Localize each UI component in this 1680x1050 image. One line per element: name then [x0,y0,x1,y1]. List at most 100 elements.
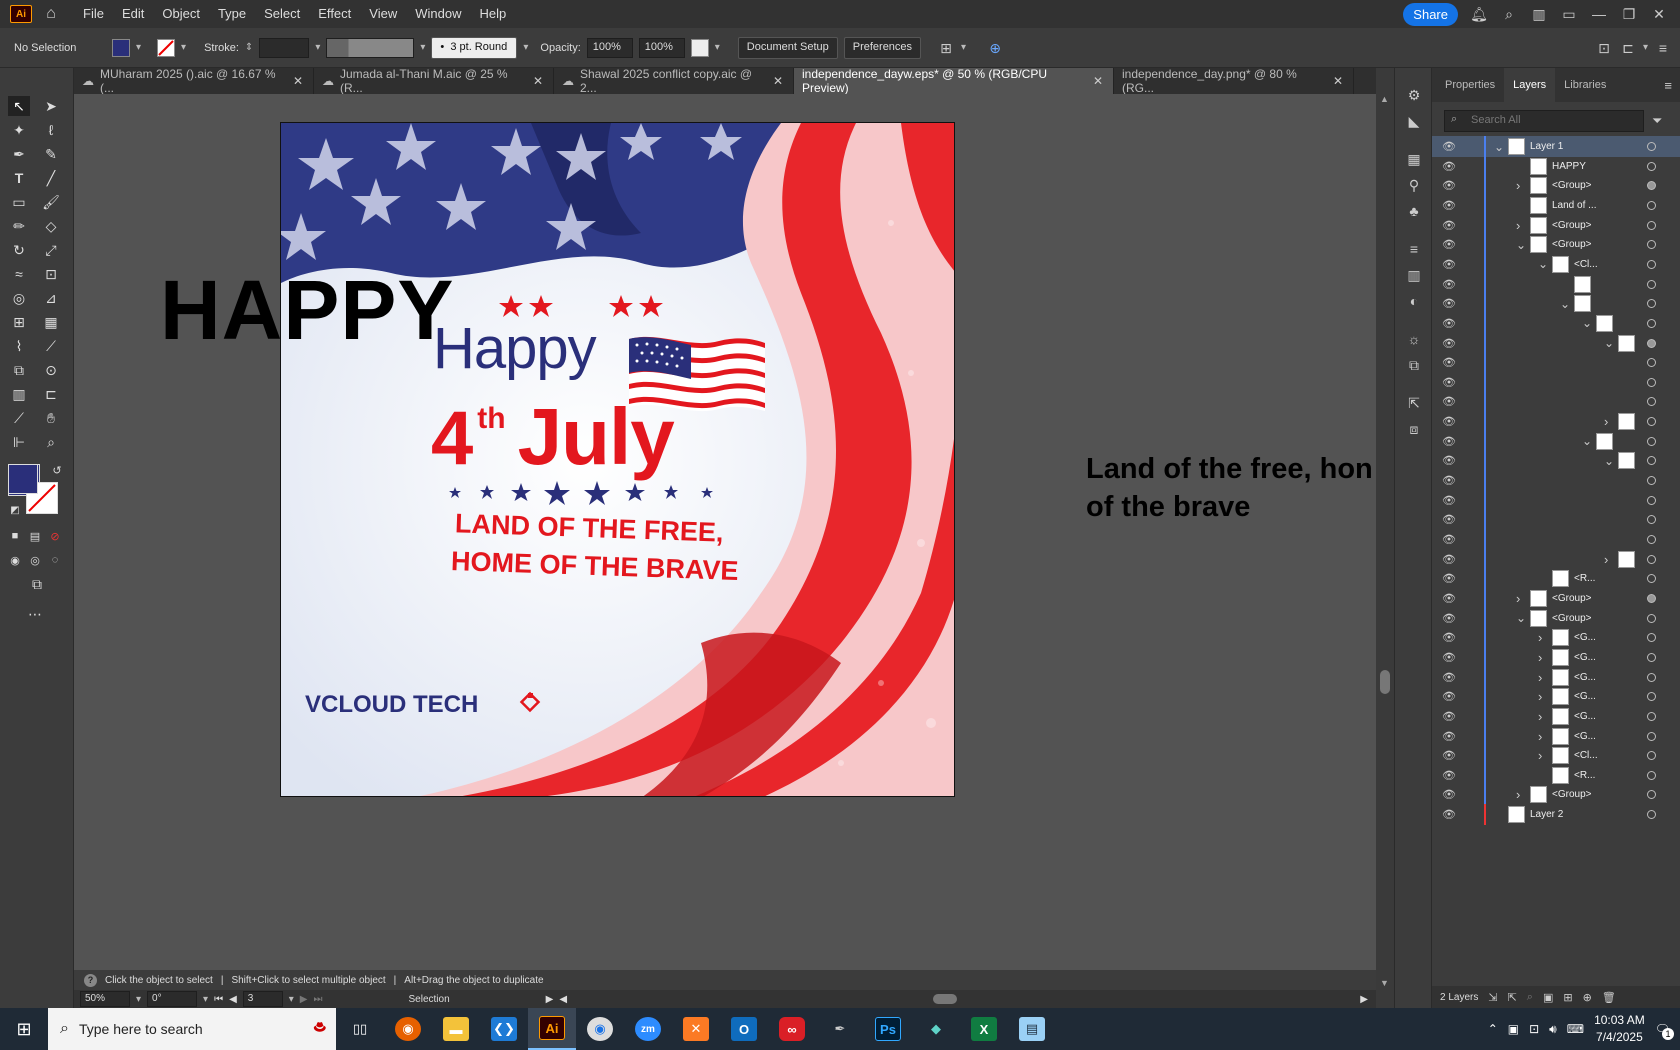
target-icon[interactable] [1647,476,1656,486]
zoom-tool-icon[interactable]: ⌕ [40,432,62,452]
chevron-down-icon[interactable]: ⌄ [1582,316,1592,330]
task-view-icon[interactable]: ▯▯ [336,1008,384,1050]
workspace-icon[interactable]: ▭ [1560,6,1578,22]
layer-row[interactable]: 👁︎ › <Group> [1432,214,1680,236]
swatches-icon[interactable]: ▦ [1405,150,1423,168]
selection-tool-icon[interactable]: ↖ [8,96,30,116]
eye-icon[interactable]: 👁︎ [1442,415,1456,428]
land-of-free-text-object[interactable]: Land of the free, hon of the brave [1086,450,1376,526]
direct-selection-tool-icon[interactable]: ➤ [40,96,62,116]
eye-icon[interactable]: 👁︎ [1442,297,1456,310]
eraser-icon[interactable]: ◇ [40,216,62,236]
eye-icon[interactable]: 👁︎ [1442,376,1456,389]
eye-icon[interactable]: 👁︎ [1442,651,1456,664]
layer-row[interactable]: 👁︎ [1432,489,1680,511]
stepper-icon[interactable]: ⇕ [245,42,253,53]
libraries-icon[interactable]: ◣ [1405,112,1423,130]
close-icon[interactable]: ✕ [1333,74,1343,88]
appearance-icon[interactable]: ⚙ [1405,86,1423,104]
style-swatch[interactable] [690,38,709,57]
rectangle-tool-icon[interactable]: ▭ [8,192,30,212]
chevron-down-icon[interactable]: ⌄ [1516,611,1526,625]
target-icon[interactable] [1647,181,1656,191]
layer-row[interactable]: 👁︎ <R... [1432,764,1680,786]
close-icon[interactable]: ✕ [533,74,543,88]
menu-select[interactable]: Select [255,0,309,28]
gradient-icon[interactable]: ▥ [1405,266,1423,284]
perspective-grid-icon[interactable]: ⊿ [40,288,62,308]
target-icon[interactable] [1647,672,1656,682]
taskbar-search[interactable]: ⌕ Type here to search 🎩︎ [48,1008,336,1050]
eye-icon[interactable]: 👁︎ [1442,690,1456,703]
fill-color-box-front[interactable] [8,464,38,494]
pathfinder-icon[interactable]: ⧈ [1405,420,1423,438]
bell-icon[interactable]: 🔔︎ [1470,6,1488,22]
gradient-tool-icon[interactable]: ▦ [40,312,62,332]
more-tools-icon[interactable]: ⋯ [24,604,46,624]
happy-text-object[interactable]: HAPPY [160,262,454,359]
chevron-down-icon[interactable]: ▾ [315,42,320,53]
none-mode-icon[interactable]: ⊘ [44,526,66,546]
layer-row[interactable]: 👁︎ › [1432,411,1680,433]
eye-icon[interactable]: 👁︎ [1442,258,1456,271]
print-tiling-icon[interactable]: ⊩ [8,432,30,452]
layer-row[interactable]: 👁︎ ⌄ <Group> [1432,234,1680,256]
notification-icon[interactable]: 🗨︎ 1 [1655,1022,1674,1040]
stroke-swatch[interactable] [157,38,176,57]
eye-icon[interactable]: 👁︎ [1442,513,1456,526]
target-icon[interactable] [1647,259,1656,269]
target-icon[interactable] [1647,810,1656,820]
menu-view[interactable]: View [360,0,406,28]
minimize-icon[interactable]: — [1590,6,1608,22]
stroke-icon[interactable]: ≡ [1405,240,1423,258]
layer-row[interactable]: 👁︎ › <G... [1432,627,1680,649]
xampp-icon[interactable]: ✕ [672,1008,720,1050]
firefox-icon[interactable]: ◉ [384,1008,432,1050]
free-transform-icon[interactable]: ⊡ [40,264,62,284]
eye-icon[interactable]: 👁︎ [1442,631,1456,644]
chevron-right-icon[interactable]: › [1538,689,1542,704]
meet-now-icon[interactable]: ▣ [1508,1022,1519,1036]
eye-icon[interactable]: 👁︎ [1442,395,1456,408]
puppet-warp-icon[interactable]: ⊕ [986,40,1004,56]
share-button[interactable]: Share [1403,2,1458,26]
target-icon[interactable] [1647,515,1656,525]
export-icon[interactable]: ⇱ [1508,991,1517,1004]
chevron-right-icon[interactable]: › [1604,552,1608,567]
target-icon[interactable] [1647,554,1656,564]
target-icon[interactable] [1647,240,1656,250]
target-icon[interactable] [1647,751,1656,761]
screen-mode-icon[interactable]: ⧉ [26,574,48,594]
menu-file[interactable]: File [74,0,113,28]
chevron-down-icon[interactable]: ▾ [420,42,425,53]
tab-libraries[interactable]: Libraries [1555,68,1615,102]
lasso-icon[interactable]: ℓ [40,120,62,140]
next-artboard-icon[interactable]: ▶ [300,994,308,1005]
layer-row[interactable]: 👁︎ [1432,509,1680,531]
layer-row[interactable]: 👁︎ › <G... [1432,646,1680,668]
last-artboard-icon[interactable]: ⏭ [314,994,323,1005]
color-mode-icon[interactable]: ■ [4,526,26,546]
chevron-down-icon[interactable]: ⌄ [1516,238,1526,252]
target-icon[interactable] [1647,220,1656,230]
column-graph-icon[interactable]: ▥ [8,384,30,404]
chevron-right-icon[interactable]: › [1516,787,1520,802]
target-icon[interactable] [1647,633,1656,643]
pen-app-icon[interactable]: ✒ [816,1008,864,1050]
draw-normal-icon[interactable]: ◉ [4,550,26,570]
eye-icon[interactable]: 👁︎ [1442,553,1456,566]
eye-icon[interactable]: 👁︎ [1442,278,1456,291]
eye-icon[interactable]: 👁︎ [1442,710,1456,723]
photoshop-icon[interactable]: Ps [864,1008,912,1050]
target-icon[interactable] [1647,417,1656,427]
warp-tool-icon[interactable]: ≈ [8,264,30,284]
language-icon[interactable]: ⌨ [1567,1022,1584,1036]
target-icon[interactable] [1647,495,1656,505]
search-icon[interactable]: ⌕ [1500,6,1518,22]
chevron-right-icon[interactable]: › [1538,748,1542,763]
mesh-tool-icon[interactable]: ⊞ [8,312,30,332]
menu-type[interactable]: Type [209,0,255,28]
chevron-down-icon[interactable]: ⌄ [1538,257,1548,271]
default-colors-icon[interactable]: ◩ [4,500,26,520]
windows-start-icon[interactable]: ⊞ [0,1008,48,1050]
